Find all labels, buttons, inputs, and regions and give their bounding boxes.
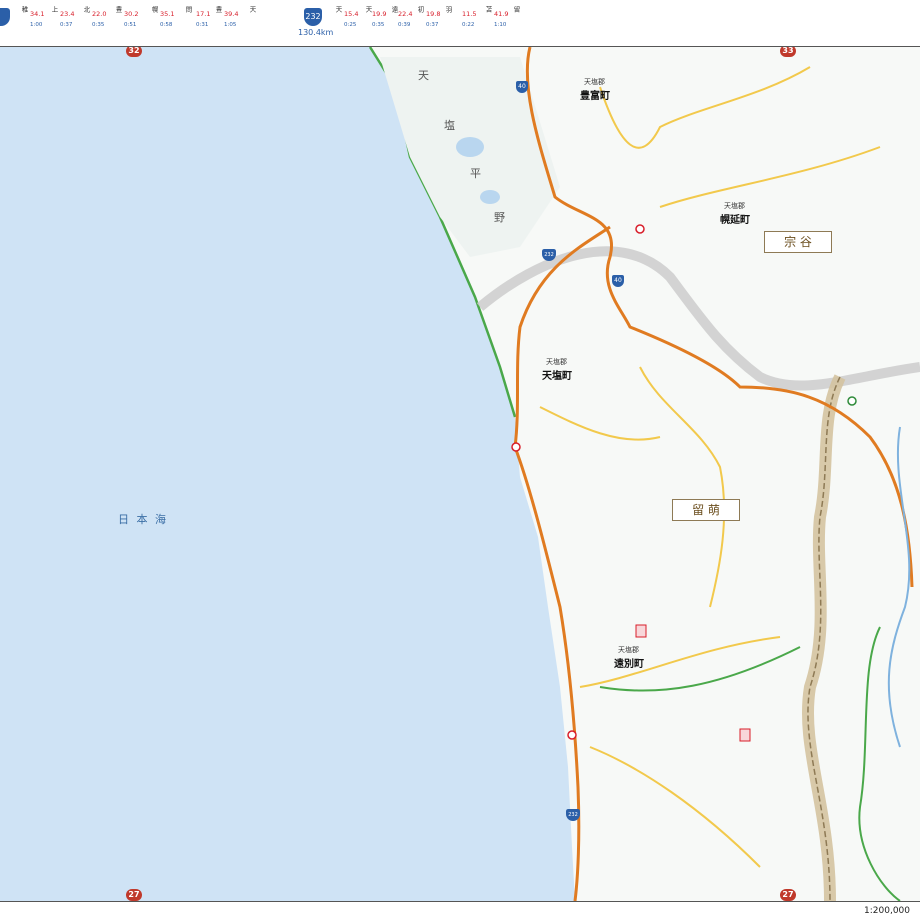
- route-b-total-distance: 130.4km: [298, 28, 334, 37]
- town-name-label: 天塩町: [542, 371, 572, 382]
- route-a-stop: 問: [184, 6, 192, 13]
- route-a-seg: 22.0: [92, 10, 107, 18]
- route-b-seg-sub: 1:10: [494, 22, 507, 28]
- town-district-label: 天塩郡: [618, 646, 639, 654]
- route-b-seg: 41.9: [494, 10, 509, 18]
- sea-name-label: 日 本 海: [118, 513, 168, 526]
- route-a-stop: 天: [248, 6, 256, 13]
- station-icon: [847, 396, 857, 406]
- plain-name-char: 天: [418, 69, 429, 82]
- map-canvas: [0, 47, 920, 901]
- route-b-stop: 天: [364, 6, 372, 13]
- route-40-shield-icon: 40: [612, 275, 624, 287]
- route-a-seg: 23.4: [60, 10, 75, 18]
- plain-name-char: 平: [470, 167, 481, 180]
- route-a-seg-sub: 1:05: [224, 22, 237, 28]
- town-district-label: 天塩郡: [546, 358, 567, 366]
- route-a-shield-icon: [0, 8, 10, 26]
- grid-marker-bottom-left: 27: [126, 889, 142, 901]
- town-district-label: 天塩郡: [724, 202, 745, 210]
- route-a-seg: 35.1: [160, 10, 175, 18]
- route-b-seg-sub: 0:35: [372, 22, 385, 28]
- route-b-block: 232 130.4km 天 15.4 0:25 天 19.9 0:35 遠 22…: [298, 2, 528, 38]
- route-a-seg: 17.1: [196, 10, 211, 18]
- route-a-seg-sub: 0:35: [92, 22, 105, 28]
- route-a-block: 稚 34.1 1:00 上 23.4 0:37 北 22.0 0:35 豊 30…: [0, 2, 270, 38]
- plain-name-char: 塩: [444, 119, 455, 132]
- station-icon: [635, 224, 645, 234]
- plain-name-char: 野: [494, 211, 505, 224]
- route-b-seg-sub: 0:25: [344, 22, 357, 28]
- route-a-seg-sub: 0:37: [60, 22, 73, 28]
- route-a-seg-sub: 0:51: [124, 22, 137, 28]
- route-b-stop: 天: [334, 6, 342, 13]
- route-a-stop: 豊: [214, 6, 222, 13]
- route-b-seg-sub: 0:22: [462, 22, 475, 28]
- route-a-seg-sub: 0:58: [160, 22, 173, 28]
- route-a-seg: 39.4: [224, 10, 239, 18]
- route-a-seg: 34.1: [30, 10, 45, 18]
- route-b-seg: 19.8: [426, 10, 441, 18]
- route-232-shield-icon: 232: [304, 8, 322, 26]
- map-scale-label: 1:200,000: [864, 906, 910, 916]
- subprefecture-label-soya: 宗 谷: [764, 231, 832, 253]
- town-name-label: 豊富町: [580, 91, 610, 102]
- map-frame[interactable]: 32 33 27 27 40 40 232 232 日 本 海 天 塩 平 野 …: [0, 46, 920, 902]
- onsen-icon: [739, 728, 751, 742]
- grid-marker-bottom-right: 27: [780, 889, 796, 901]
- subprefecture-label-rumoi: 留 萌: [672, 499, 740, 521]
- route-b-stop: 遠: [390, 6, 398, 13]
- route-40-shield-icon: 40: [516, 81, 528, 93]
- route-a-stop: 北: [82, 6, 90, 13]
- route-b-seg: 19.9: [372, 10, 387, 18]
- grid-marker-top-right: 33: [780, 47, 796, 57]
- lake: [480, 190, 500, 204]
- route-a-stop: 上: [50, 6, 58, 13]
- route-b-seg: 15.4: [344, 10, 359, 18]
- town-district-label: 天塩郡: [584, 78, 605, 86]
- lake: [456, 137, 484, 157]
- grid-marker-top-left: 32: [126, 47, 142, 57]
- route-b-stop: 留: [512, 6, 520, 13]
- route-a-stop: 稚: [20, 6, 28, 13]
- route-b-stop: 苫: [484, 6, 492, 13]
- route-a-seg-sub: 1:00: [30, 22, 43, 28]
- route-b-seg: 11.5: [462, 10, 477, 18]
- town-name-label: 遠別町: [614, 659, 644, 670]
- route-b-seg: 22.4: [398, 10, 413, 18]
- route-b-stop: 羽: [444, 6, 452, 13]
- route-distance-strip: 稚 34.1 1:00 上 23.4 0:37 北 22.0 0:35 豊 30…: [0, 0, 920, 40]
- onsen-icon: [635, 624, 647, 638]
- route-a-seg-sub: 0:31: [196, 22, 209, 28]
- route-b-seg-sub: 0:37: [426, 22, 439, 28]
- station-icon: [567, 730, 577, 740]
- route-b-stop: 初: [416, 6, 424, 13]
- town-name-label: 幌延町: [720, 215, 750, 226]
- station-icon: [511, 442, 521, 452]
- route-a-stop: 幌: [150, 6, 158, 13]
- route-a-seg: 30.2: [124, 10, 139, 18]
- route-a-stop: 豊: [114, 6, 122, 13]
- route-b-seg-sub: 0:39: [398, 22, 411, 28]
